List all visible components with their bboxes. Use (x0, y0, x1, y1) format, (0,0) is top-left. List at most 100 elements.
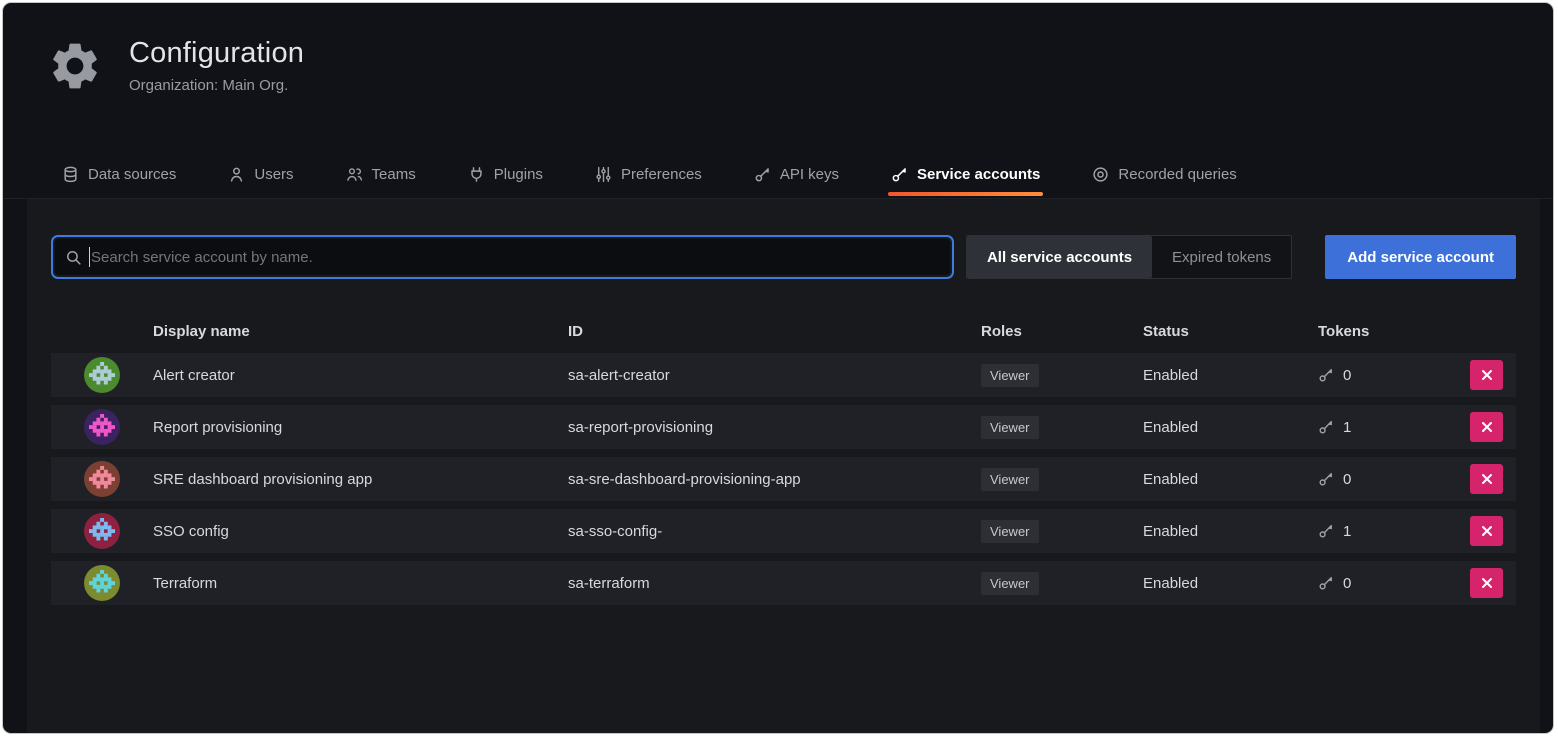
key-icon (1318, 523, 1334, 539)
tokens-cell: 0 (1318, 471, 1470, 488)
roles-cell: Viewer (981, 416, 1143, 439)
avatar-robot-icon (89, 414, 115, 440)
tab-data-sources[interactable]: Data sources (59, 151, 179, 198)
account-display-name[interactable]: Report provisioning (153, 419, 568, 436)
tab-service-accounts[interactable]: Service accounts (888, 151, 1043, 198)
gear-icon (47, 38, 103, 94)
grafana-configuration-page: Configuration Organization: Main Org. Da… (2, 2, 1554, 734)
account-display-name[interactable]: Terraform (153, 575, 568, 592)
tab-label: Data sources (88, 166, 176, 183)
table-row[interactable]: SSO config sa-sso-config- Viewer Enabled… (51, 509, 1516, 553)
delete-service-account-button[interactable] (1470, 516, 1503, 546)
filter-all-service-accounts[interactable]: All service accounts (967, 236, 1152, 278)
tokens-cell: 0 (1318, 575, 1470, 592)
delete-service-account-button[interactable] (1470, 360, 1503, 390)
tab-label: Users (254, 166, 293, 183)
key-icon (1318, 471, 1334, 487)
tab-teams[interactable]: Teams (343, 151, 419, 198)
tab-label: Teams (372, 166, 416, 183)
tab-label: Recorded queries (1118, 166, 1236, 183)
roles-cell: Viewer (981, 572, 1143, 595)
search-box (55, 239, 950, 275)
key-icon (1318, 367, 1334, 383)
close-icon (1481, 369, 1493, 381)
account-id: sa-alert-creator (568, 367, 981, 384)
table-row[interactable]: Terraform sa-terraform Viewer Enabled 0 (51, 561, 1516, 605)
toolbar: All service accounts Expired tokens Add … (51, 235, 1516, 279)
token-count: 0 (1343, 575, 1351, 592)
status-text: Enabled (1143, 419, 1318, 436)
service-account-avatar (84, 461, 120, 497)
account-id: sa-sso-config- (568, 523, 981, 540)
column-display-name: Display name (153, 323, 568, 340)
tab-label: Service accounts (917, 166, 1040, 183)
status-text: Enabled (1143, 575, 1318, 592)
table-header: Display name ID Roles Status Tokens (51, 309, 1516, 353)
delete-service-account-button[interactable] (1470, 464, 1503, 494)
avatar-robot-icon (89, 466, 115, 492)
filter-expired-tokens[interactable]: Expired tokens (1152, 236, 1291, 278)
key-icon (891, 166, 908, 183)
close-icon (1481, 525, 1493, 537)
database-icon (62, 166, 79, 183)
avatar-cell (51, 565, 153, 601)
status-text: Enabled (1143, 471, 1318, 488)
active-tab-underline (888, 192, 1043, 196)
search-icon (65, 249, 82, 266)
service-accounts-panel: All service accounts Expired tokens Add … (27, 199, 1540, 733)
service-accounts-table: Display name ID Roles Status Tokens Aler… (51, 309, 1516, 605)
roles-cell: Viewer (981, 364, 1143, 387)
tab-label: API keys (780, 166, 839, 183)
account-filter-toggle: All service accounts Expired tokens (966, 235, 1292, 279)
table-row[interactable]: SRE dashboard provisioning app sa-sre-da… (51, 457, 1516, 501)
avatar-cell (51, 409, 153, 445)
delete-service-account-button[interactable] (1470, 568, 1503, 598)
table-row[interactable]: Report provisioning sa-report-provisioni… (51, 405, 1516, 449)
tokens-cell: 1 (1318, 419, 1470, 436)
add-service-account-button[interactable]: Add service account (1325, 235, 1516, 279)
tab-preferences[interactable]: Preferences (592, 151, 705, 198)
role-badge[interactable]: Viewer (981, 520, 1039, 543)
role-badge[interactable]: Viewer (981, 572, 1039, 595)
tokens-cell: 0 (1318, 367, 1470, 384)
service-account-avatar (84, 357, 120, 393)
roles-cell: Viewer (981, 520, 1143, 543)
account-id: sa-sre-dashboard-provisioning-app (568, 471, 981, 488)
tab-api-keys[interactable]: API keys (751, 151, 842, 198)
page-subtitle: Organization: Main Org. (129, 77, 304, 94)
token-count: 1 (1343, 523, 1351, 540)
service-account-avatar (84, 565, 120, 601)
delete-service-account-button[interactable] (1470, 412, 1503, 442)
table-row[interactable]: Alert creator sa-alert-creator Viewer En… (51, 353, 1516, 397)
tab-recorded-queries[interactable]: Recorded queries (1089, 151, 1239, 198)
account-display-name[interactable]: SSO config (153, 523, 568, 540)
sliders-icon (595, 166, 612, 183)
token-count: 1 (1343, 419, 1351, 436)
status-text: Enabled (1143, 367, 1318, 384)
close-icon (1481, 421, 1493, 433)
role-badge[interactable]: Viewer (981, 364, 1039, 387)
column-roles: Roles (981, 323, 1143, 340)
key-icon (754, 166, 771, 183)
key-icon (1318, 419, 1334, 435)
avatar-cell (51, 513, 153, 549)
page-header: Configuration Organization: Main Org. (47, 37, 304, 94)
text-cursor (89, 247, 90, 267)
role-badge[interactable]: Viewer (981, 468, 1039, 491)
role-badge[interactable]: Viewer (981, 416, 1039, 439)
config-tab-bar: Data sources Users Teams Plugins Prefere… (59, 151, 1553, 198)
status-text: Enabled (1143, 523, 1318, 540)
tab-users[interactable]: Users (225, 151, 296, 198)
avatar-robot-icon (89, 570, 115, 596)
account-display-name[interactable]: SRE dashboard provisioning app (153, 471, 568, 488)
tab-label: Preferences (621, 166, 702, 183)
tab-label: Plugins (494, 166, 543, 183)
column-id: ID (568, 323, 981, 340)
user-icon (228, 166, 245, 183)
tab-plugins[interactable]: Plugins (465, 151, 546, 198)
service-account-avatar (84, 409, 120, 445)
account-display-name[interactable]: Alert creator (153, 367, 568, 384)
search-input[interactable] (91, 249, 940, 266)
column-tokens: Tokens (1318, 323, 1470, 340)
column-status: Status (1143, 323, 1318, 340)
